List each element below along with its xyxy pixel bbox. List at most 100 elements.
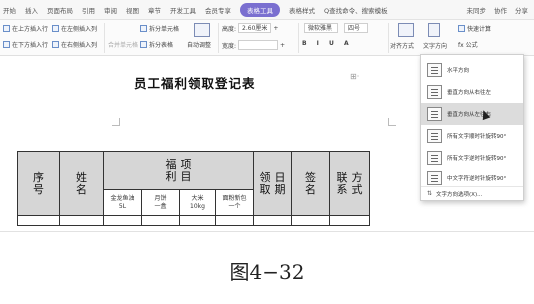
header-cell-lingqu-riqi[interactable]: 领取 日期 bbox=[253, 151, 292, 216]
font-name-value: 微软雅黑 bbox=[304, 23, 338, 33]
height-plus-icon[interactable]: + bbox=[273, 25, 278, 32]
menu-developer[interactable]: 开发工具 bbox=[170, 5, 196, 15]
ribbon-divider bbox=[104, 23, 105, 53]
header-cell-lianxi-fangshi[interactable]: 联系 方式 bbox=[329, 151, 370, 216]
menu-item-vertical-ltr[interactable]: 垂直方向从左往右 bbox=[421, 103, 523, 125]
header-cell-xingming[interactable]: 姓名 bbox=[59, 151, 104, 216]
insert-col-right-label: 在右侧插入列 bbox=[61, 42, 98, 49]
sub-cell-mianfen[interactable]: 面粉新包 一个 bbox=[215, 189, 254, 216]
table-cell[interactable] bbox=[291, 215, 330, 226]
text-horizontal-icon bbox=[427, 63, 442, 77]
insert-row-below-button[interactable]: 在下方插入行 bbox=[3, 40, 48, 49]
table-cell[interactable] bbox=[253, 215, 292, 226]
width-input[interactable] bbox=[238, 40, 279, 50]
sub-cell-jinlongyu[interactable]: 金龙鱼油 5L bbox=[103, 189, 142, 216]
menu-item-label: 所有文字逆时针旋转90° bbox=[447, 156, 507, 162]
row-height-control[interactable]: 高度: 2.60厘米 + bbox=[222, 23, 278, 33]
options-label: 文字方向选项(X)... bbox=[436, 191, 483, 198]
header-cell-fuli-xiangmu[interactable]: 福利 项目 bbox=[103, 151, 254, 190]
benefits-table: 序号 姓名 福利 项目 领取 日期 签名 联系 方式 金龙鱼油 5L 月饼 一盒 大米 1… bbox=[17, 151, 370, 226]
header-cell-xuhao[interactable]: 序号 bbox=[17, 151, 60, 216]
sub-cell-dami[interactable]: 大米 10kg bbox=[179, 189, 216, 216]
split-cells-button[interactable]: 拆分单元格 bbox=[140, 24, 179, 33]
menu-table-style[interactable]: 表格样式 bbox=[289, 5, 315, 15]
document-title: 员工福利领取登记表 bbox=[134, 76, 256, 91]
table-cell[interactable] bbox=[103, 215, 142, 226]
menu-item-label: 水平方向 bbox=[447, 68, 470, 74]
auto-fit-button[interactable]: 自动调整 bbox=[187, 40, 211, 49]
ribbon-divider bbox=[298, 23, 299, 53]
menu-table-tools[interactable]: 表格工具 bbox=[240, 2, 280, 17]
margin-corner-marker bbox=[388, 118, 396, 126]
text-rotate-cw-icon bbox=[427, 129, 442, 143]
app-screenshot: 开始 插入 页面布局 引用 审阅 视图 章节 开发工具 会员专享 表格工具 表格… bbox=[0, 0, 534, 232]
quick-calc-button[interactable]: 快速计算 bbox=[458, 24, 491, 33]
table-cell[interactable] bbox=[179, 215, 216, 226]
menu-item-label: 垂直方向从右往左 bbox=[447, 90, 492, 96]
table-cell[interactable] bbox=[17, 215, 60, 226]
split-cells-icon bbox=[140, 25, 147, 32]
height-input[interactable]: 2.60厘米 bbox=[238, 23, 272, 33]
align-label: 对齐方式 bbox=[390, 43, 415, 50]
menu-item-rotate-cw[interactable]: 所有文字顺时针旋转90° bbox=[421, 125, 523, 147]
width-plus-icon[interactable]: + bbox=[280, 42, 285, 49]
align-button[interactable]: 对齐方式 bbox=[390, 41, 414, 50]
formula-button[interactable]: fx 公式 bbox=[458, 40, 478, 49]
auto-fit-label: 自动调整 bbox=[187, 42, 212, 49]
text-vertical-ltr-icon bbox=[427, 107, 442, 121]
insert-col-right-button[interactable]: 在右侧插入列 bbox=[52, 40, 97, 49]
header-cell-qianming[interactable]: 签名 bbox=[291, 151, 330, 216]
insert-row-above-button[interactable]: 在上方插入行 bbox=[3, 24, 48, 33]
figure-caption: 图4−32 bbox=[229, 260, 305, 284]
menu-item-label: 所有文字顺时针旋转90° bbox=[447, 134, 507, 140]
menu-view[interactable]: 视图 bbox=[126, 5, 139, 15]
table-cell[interactable] bbox=[59, 215, 104, 226]
align-icon bbox=[398, 23, 414, 37]
menu-review[interactable]: 审阅 bbox=[104, 5, 117, 15]
font-format-buttons[interactable]: B I U A bbox=[302, 40, 353, 47]
options-icon: ⇅ bbox=[427, 190, 433, 197]
insert-col-left-button[interactable]: 在左侧插入列 bbox=[52, 24, 97, 33]
menu-page-layout[interactable]: 页面布局 bbox=[47, 5, 73, 15]
table-cell[interactable] bbox=[329, 215, 370, 226]
share-button[interactable]: 分享 bbox=[515, 5, 528, 15]
sync-status[interactable]: 未同步 bbox=[467, 5, 487, 15]
font-size-select[interactable]: 四号 bbox=[342, 23, 370, 33]
menu-bar: 开始 插入 页面布局 引用 审阅 视图 章节 开发工具 会员专享 表格工具 表格… bbox=[0, 0, 534, 20]
menu-item-horizontal[interactable]: 水平方向 bbox=[421, 59, 523, 81]
menu-section[interactable]: 章节 bbox=[148, 5, 161, 15]
menu-item-vertical-rtl[interactable]: 垂直方向从右往左 bbox=[421, 81, 523, 103]
text-direction-options[interactable]: ⇅ 文字方向选项(X)... bbox=[421, 186, 523, 200]
menu-references[interactable]: 引用 bbox=[82, 5, 95, 15]
text-rotate-ccw-icon bbox=[427, 151, 442, 165]
fuli-xiangmu-text: 福利 项目 bbox=[165, 157, 192, 183]
margin-corner-marker bbox=[112, 118, 120, 126]
formula-label: fx 公式 bbox=[458, 42, 478, 49]
text-direction-icon bbox=[428, 23, 440, 37]
text-direction-button[interactable]: 文字方向 bbox=[423, 41, 447, 50]
col-width-control[interactable]: 宽度: + bbox=[222, 40, 285, 50]
menu-start[interactable]: 开始 bbox=[3, 5, 16, 15]
table-cell[interactable] bbox=[141, 215, 180, 226]
ribbon-divider bbox=[218, 23, 219, 53]
auto-fit-icon bbox=[194, 23, 210, 37]
merge-cells-label: 合并单元格 bbox=[108, 42, 139, 49]
font-name-select[interactable]: 微软雅黑 bbox=[302, 23, 340, 33]
calc-icon bbox=[458, 25, 465, 32]
split-table-button[interactable]: 拆分表格 bbox=[140, 40, 173, 49]
sub-cell-yuebing[interactable]: 月饼 一盒 bbox=[141, 189, 180, 216]
text-cjk-rotate-icon bbox=[427, 170, 442, 185]
collaborate-button[interactable]: 协作 bbox=[494, 5, 507, 15]
xiangmu-line: 项目 bbox=[180, 157, 192, 183]
menu-item-cjk-rotate-ccw[interactable]: 中文字符逆时针旋转90° bbox=[421, 169, 523, 186]
merge-cells-button[interactable]: 合并单元格 bbox=[108, 40, 138, 49]
menu-member[interactable]: 会员专享 bbox=[205, 5, 231, 15]
menu-item-rotate-ccw[interactable]: 所有文字逆时针旋转90° bbox=[421, 147, 523, 169]
search-command[interactable]: Q查找命令、搜索模板 bbox=[324, 5, 388, 15]
table-cell[interactable] bbox=[215, 215, 254, 226]
menu-right-group: 未同步 协作 分享 bbox=[459, 0, 529, 20]
quick-calc-label: 快速计算 bbox=[467, 26, 492, 33]
menu-insert[interactable]: 插入 bbox=[25, 5, 38, 15]
ribbon: 在上方插入行 在左侧插入列 在下方插入行 在右侧插入列 合并单元格 拆分单元格 … bbox=[0, 20, 534, 56]
table-header-row: 序号 姓名 福利 项目 领取 日期 签名 联系 方式 bbox=[17, 151, 370, 216]
